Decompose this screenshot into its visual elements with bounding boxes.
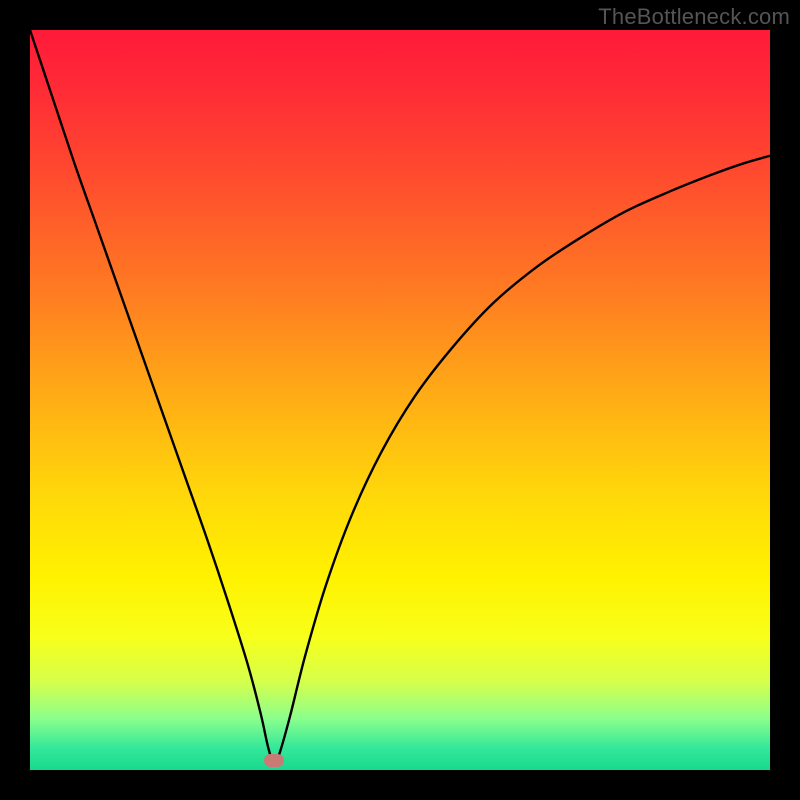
gradient-background [30,30,770,770]
watermark-text: TheBottleneck.com [598,4,790,30]
plot-area [30,30,770,770]
bottleneck-plot-svg [30,30,770,770]
chart-container: TheBottleneck.com [0,0,800,800]
optimum-marker [264,754,284,767]
